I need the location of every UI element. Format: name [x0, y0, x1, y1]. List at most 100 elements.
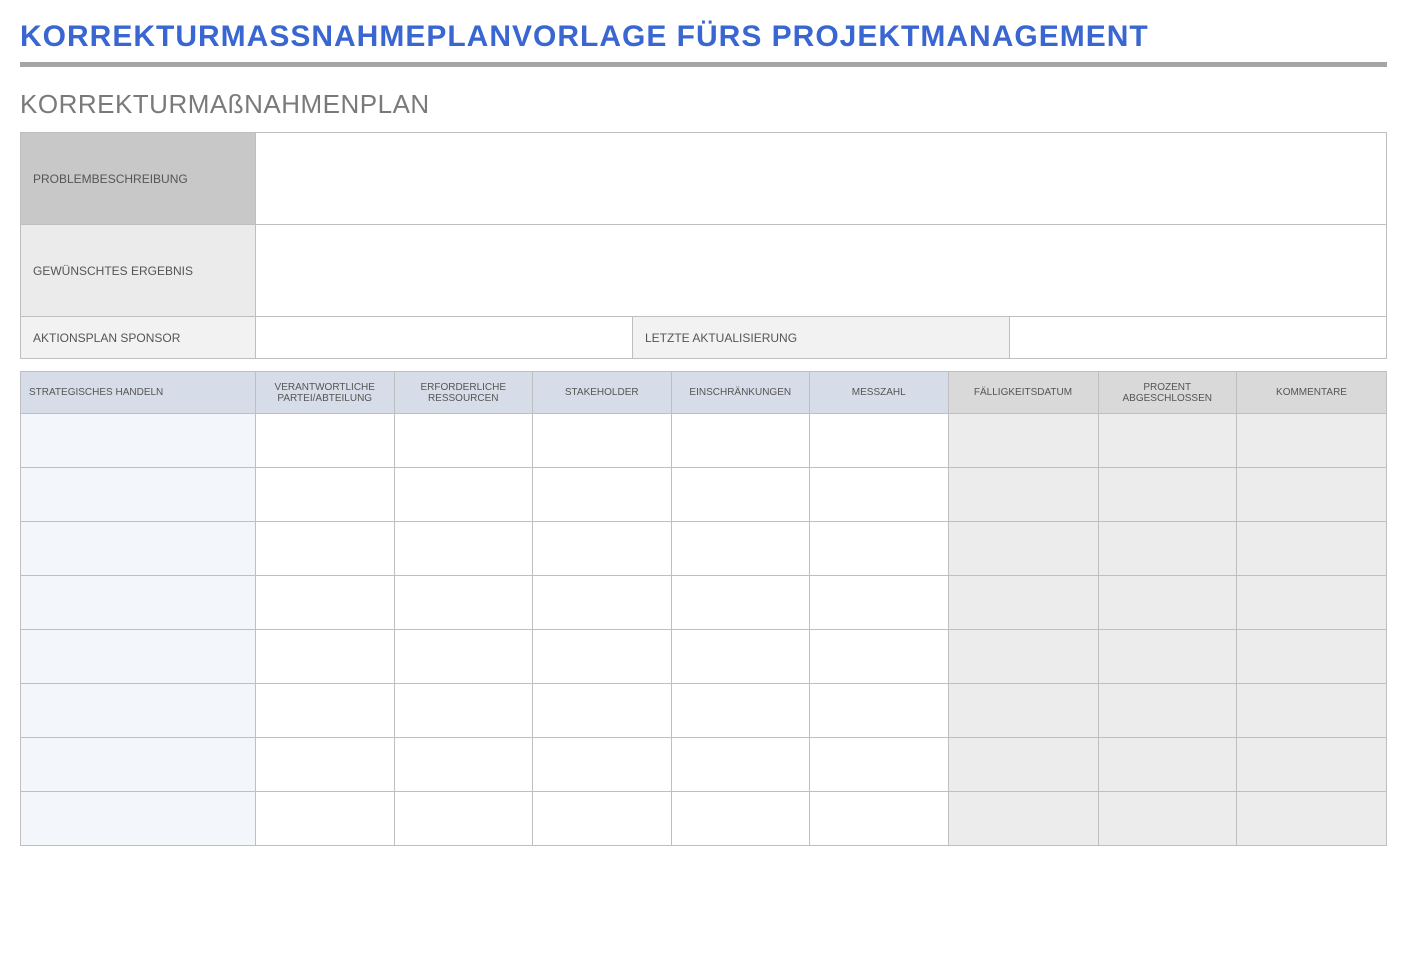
cell-constraints[interactable] [671, 792, 810, 846]
cell-constraints[interactable] [671, 738, 810, 792]
cell-metric[interactable] [810, 522, 949, 576]
outcome-label: GEWÜNSCHTES ERGEBNIS [21, 225, 256, 317]
cell-metric[interactable] [810, 630, 949, 684]
cell-resources[interactable] [394, 792, 533, 846]
col-resources: ERFORDERLICHE RESSOURCEN [394, 372, 533, 414]
cell-percent[interactable] [1098, 630, 1237, 684]
table-row [21, 684, 1387, 738]
cell-due[interactable] [948, 468, 1098, 522]
cell-strategic[interactable] [21, 792, 256, 846]
col-stakeholder: STAKEHOLDER [533, 372, 672, 414]
cell-resources[interactable] [394, 630, 533, 684]
cell-comments[interactable] [1237, 576, 1387, 630]
summary-row-problem: PROBLEMBESCHREIBUNG [21, 133, 1387, 225]
cell-percent[interactable] [1098, 792, 1237, 846]
summary-table: PROBLEMBESCHREIBUNG GEWÜNSCHTES ERGEBNIS… [20, 132, 1387, 359]
cell-percent[interactable] [1098, 576, 1237, 630]
cell-due[interactable] [948, 738, 1098, 792]
updated-value[interactable] [1010, 317, 1387, 359]
cell-stakeholder[interactable] [533, 522, 672, 576]
table-row [21, 468, 1387, 522]
cell-resources[interactable] [394, 738, 533, 792]
action-table: STRATEGISCHES HANDELN VERANTWORTLICHE PA… [20, 371, 1387, 846]
cell-stakeholder[interactable] [533, 414, 672, 468]
cell-responsible[interactable] [256, 468, 395, 522]
cell-responsible[interactable] [256, 792, 395, 846]
col-responsible: VERANTWORTLICHE PARTEI/ABTEILUNG [256, 372, 395, 414]
updated-label: LETZTE AKTUALISIERUNG [633, 317, 1010, 359]
cell-metric[interactable] [810, 792, 949, 846]
summary-row-sponsor: AKTIONSPLAN SPONSOR LETZTE AKTUALISIERUN… [21, 317, 1387, 359]
cell-strategic[interactable] [21, 738, 256, 792]
cell-percent[interactable] [1098, 738, 1237, 792]
cell-metric[interactable] [810, 414, 949, 468]
cell-comments[interactable] [1237, 414, 1387, 468]
cell-resources[interactable] [394, 468, 533, 522]
cell-due[interactable] [948, 522, 1098, 576]
cell-strategic[interactable] [21, 684, 256, 738]
cell-strategic[interactable] [21, 576, 256, 630]
table-row [21, 414, 1387, 468]
cell-constraints[interactable] [671, 522, 810, 576]
col-due: FÄLLIGKEITSDATUM [948, 372, 1098, 414]
cell-strategic[interactable] [21, 522, 256, 576]
cell-resources[interactable] [394, 576, 533, 630]
cell-due[interactable] [948, 414, 1098, 468]
outcome-value[interactable] [256, 225, 1387, 317]
cell-stakeholder[interactable] [533, 792, 672, 846]
cell-resources[interactable] [394, 522, 533, 576]
cell-comments[interactable] [1237, 522, 1387, 576]
problem-label: PROBLEMBESCHREIBUNG [21, 133, 256, 225]
cell-strategic[interactable] [21, 414, 256, 468]
cell-stakeholder[interactable] [533, 684, 672, 738]
cell-due[interactable] [948, 792, 1098, 846]
sponsor-value[interactable] [256, 317, 633, 359]
cell-metric[interactable] [810, 738, 949, 792]
cell-constraints[interactable] [671, 630, 810, 684]
cell-due[interactable] [948, 576, 1098, 630]
cell-comments[interactable] [1237, 630, 1387, 684]
problem-value[interactable] [256, 133, 1387, 225]
action-header-row: STRATEGISCHES HANDELN VERANTWORTLICHE PA… [21, 372, 1387, 414]
cell-due[interactable] [948, 630, 1098, 684]
col-metric: MESSZAHL [810, 372, 949, 414]
cell-percent[interactable] [1098, 468, 1237, 522]
table-row [21, 792, 1387, 846]
cell-comments[interactable] [1237, 738, 1387, 792]
cell-strategic[interactable] [21, 468, 256, 522]
cell-constraints[interactable] [671, 684, 810, 738]
table-row [21, 576, 1387, 630]
col-comments: KOMMENTARE [1237, 372, 1387, 414]
cell-comments[interactable] [1237, 792, 1387, 846]
cell-percent[interactable] [1098, 684, 1237, 738]
cell-stakeholder[interactable] [533, 630, 672, 684]
cell-stakeholder[interactable] [533, 738, 672, 792]
col-percent: PROZENT ABGESCHLOSSEN [1098, 372, 1237, 414]
cell-metric[interactable] [810, 684, 949, 738]
cell-responsible[interactable] [256, 576, 395, 630]
cell-stakeholder[interactable] [533, 468, 672, 522]
cell-responsible[interactable] [256, 684, 395, 738]
cell-metric[interactable] [810, 576, 949, 630]
cell-resources[interactable] [394, 684, 533, 738]
cell-metric[interactable] [810, 468, 949, 522]
cell-responsible[interactable] [256, 630, 395, 684]
table-row [21, 522, 1387, 576]
cell-responsible[interactable] [256, 414, 395, 468]
cell-resources[interactable] [394, 414, 533, 468]
cell-comments[interactable] [1237, 468, 1387, 522]
cell-due[interactable] [948, 684, 1098, 738]
cell-constraints[interactable] [671, 576, 810, 630]
cell-strategic[interactable] [21, 630, 256, 684]
cell-comments[interactable] [1237, 684, 1387, 738]
cell-responsible[interactable] [256, 738, 395, 792]
cell-constraints[interactable] [671, 414, 810, 468]
cell-percent[interactable] [1098, 414, 1237, 468]
col-strategic: STRATEGISCHES HANDELN [21, 372, 256, 414]
cell-responsible[interactable] [256, 522, 395, 576]
table-row [21, 630, 1387, 684]
cell-percent[interactable] [1098, 522, 1237, 576]
cell-constraints[interactable] [671, 468, 810, 522]
cell-stakeholder[interactable] [533, 576, 672, 630]
section-title: KORREKTURMAßNAHMENPLAN [20, 89, 1387, 120]
